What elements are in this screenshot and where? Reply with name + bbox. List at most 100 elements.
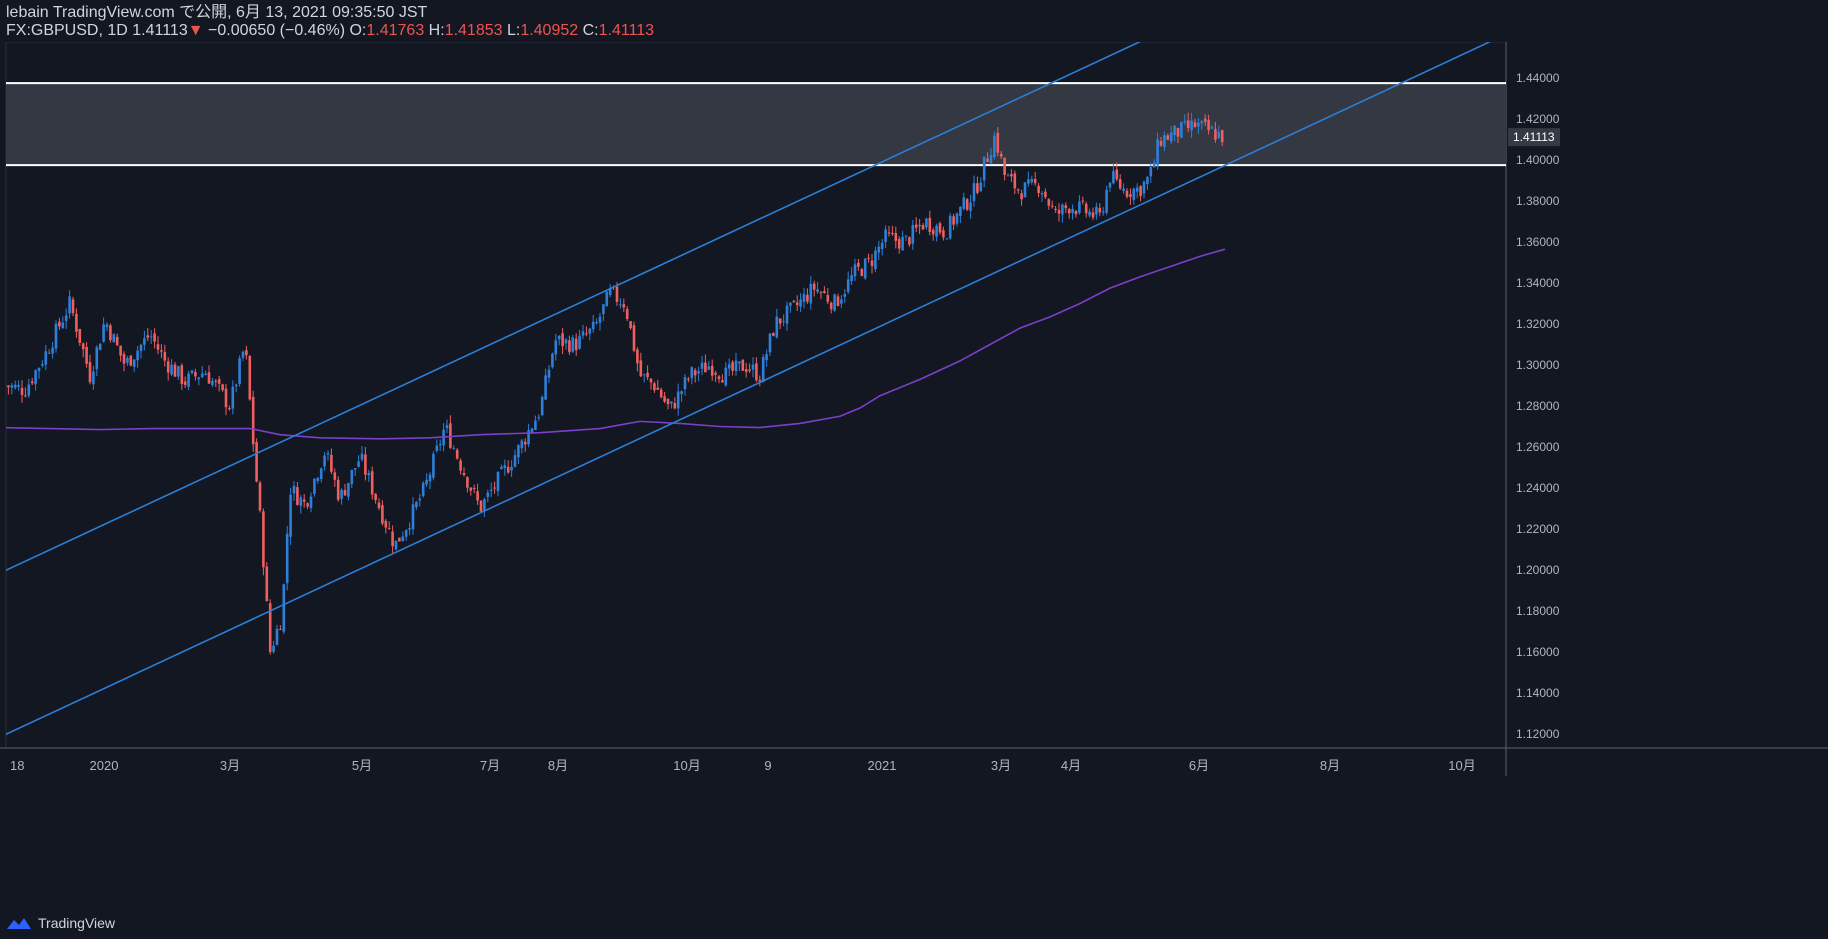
candle-body	[829, 302, 833, 310]
ohlc-line: FX:GBPUSD, 1D 1.41113▼ −0.00650 (−0.46%)…	[6, 22, 654, 40]
candle-body	[1190, 120, 1193, 131]
candle-body	[605, 291, 609, 307]
candle-body	[323, 455, 326, 467]
candle-body	[1112, 171, 1115, 184]
time-tick-label: 10月	[1448, 758, 1475, 773]
candle-body	[217, 379, 221, 384]
candle-body	[163, 352, 167, 361]
candle-body	[806, 294, 809, 302]
candle-body	[1084, 203, 1088, 214]
candle-body	[700, 362, 704, 369]
candle-body	[1118, 179, 1122, 189]
candle-body	[30, 381, 34, 384]
candle-body	[166, 361, 170, 373]
candle-body	[1064, 205, 1068, 209]
candle-body	[316, 478, 320, 482]
candle-body	[942, 230, 945, 238]
candle-body	[1129, 194, 1132, 197]
candle-body	[629, 321, 632, 329]
candle-body	[948, 215, 952, 239]
candle-body	[170, 364, 173, 375]
candle-body	[302, 499, 306, 502]
resistance-zone[interactable]	[6, 83, 1506, 166]
candle-body	[557, 335, 561, 340]
candle-body	[1061, 204, 1064, 215]
candle-body	[248, 355, 252, 400]
candle-body	[411, 504, 415, 530]
candle-body	[741, 359, 745, 371]
moving-average-line[interactable]	[0, 248, 1226, 440]
candle-body	[343, 490, 347, 496]
candle-body	[908, 237, 911, 245]
candle-body	[34, 370, 37, 385]
candle-body	[901, 237, 904, 251]
candle-body	[1149, 167, 1153, 177]
candles	[6, 112, 1224, 655]
candle-body	[255, 442, 258, 482]
candle-body	[1135, 187, 1139, 192]
candle-body	[92, 371, 95, 385]
candle-body	[772, 332, 775, 336]
candle-body	[149, 336, 153, 338]
price-tick-label: 1.44000	[1516, 71, 1560, 85]
candle-body	[1156, 139, 1159, 166]
price-tick-label: 1.18000	[1516, 604, 1560, 618]
candle-body	[659, 389, 663, 398]
close-label: C:	[582, 22, 599, 39]
candle-body	[748, 369, 751, 371]
candle-body	[1217, 131, 1221, 138]
candle-body	[173, 364, 177, 377]
candle-body	[551, 353, 554, 368]
candle-body	[649, 378, 653, 383]
candle-body	[347, 482, 350, 497]
candle-body	[1115, 169, 1119, 180]
candle-body	[724, 367, 728, 386]
candle-body	[887, 232, 891, 234]
candle-body	[384, 520, 388, 528]
candle-body	[58, 321, 61, 327]
open-label: O:	[349, 22, 367, 39]
candle-body	[544, 375, 547, 400]
candle-body	[704, 362, 707, 373]
candle-body	[619, 304, 622, 306]
candle-body	[1044, 191, 1047, 198]
time-tick-label: 2021	[868, 758, 897, 773]
candle-body	[483, 499, 486, 511]
candle-body	[853, 264, 857, 277]
candle-body	[795, 302, 799, 306]
candle-body	[571, 337, 575, 352]
candle-body	[350, 469, 354, 485]
candle-body	[636, 349, 639, 364]
candle-body	[1067, 209, 1071, 214]
candle-body	[27, 384, 31, 396]
candle-body	[187, 373, 190, 387]
time-tick-label: 8月	[548, 758, 568, 773]
candle-body	[1169, 132, 1173, 142]
candle-body	[666, 398, 670, 405]
candle-body	[44, 351, 48, 365]
candle-body	[755, 363, 758, 381]
candle-body	[952, 216, 955, 225]
candle-body	[534, 420, 537, 431]
candle-body	[500, 466, 503, 470]
candle-body	[136, 350, 139, 361]
brand-label: TradingView	[38, 915, 116, 931]
candle-body	[1078, 201, 1081, 213]
candle-body	[476, 491, 479, 501]
candle-body	[112, 334, 116, 343]
candle-body	[1210, 127, 1214, 129]
candle-body	[809, 283, 813, 304]
candle-body	[642, 374, 646, 376]
candle-body	[622, 304, 626, 308]
candle-body	[367, 473, 371, 476]
candle-body	[1050, 205, 1054, 207]
candle-body	[37, 367, 41, 372]
candle-body	[418, 498, 422, 501]
candle-body	[676, 391, 680, 409]
candle-body	[432, 453, 435, 478]
candle-body	[190, 370, 194, 374]
candle-body	[826, 295, 830, 302]
candle-body	[306, 503, 309, 507]
candle-body	[153, 333, 156, 342]
price-chart[interactable]: 1.44000 1.42000 1.40000 1.38000 1.36000 1.340…	[0, 42, 1828, 900]
